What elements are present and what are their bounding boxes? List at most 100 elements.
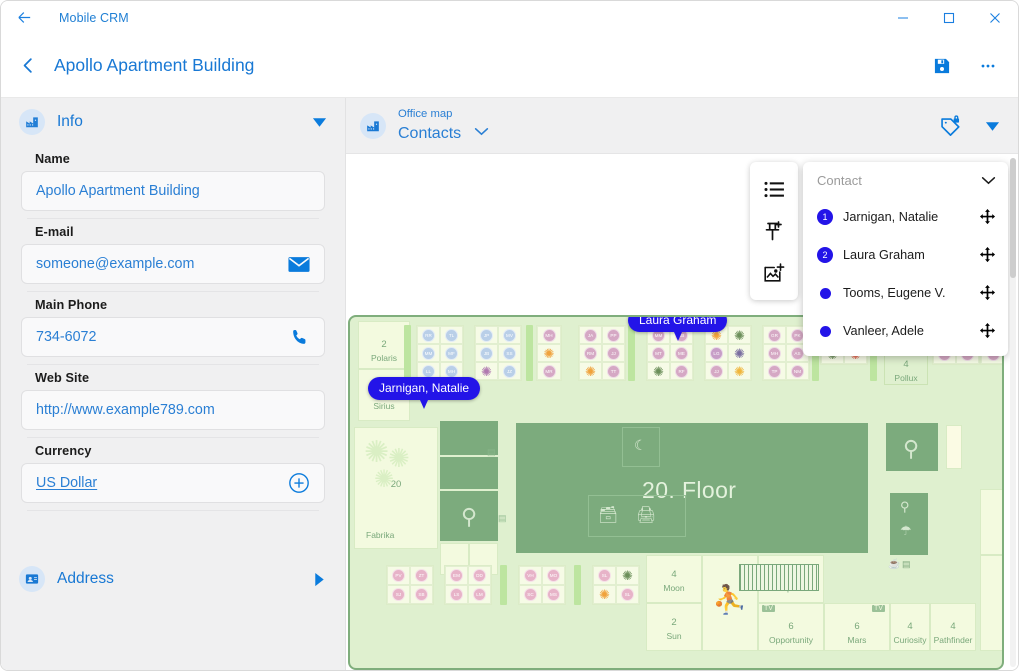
desk-cluster[interactable]: MH ✺ MR xyxy=(536,325,562,381)
currency-input[interactable]: US Dollar xyxy=(21,463,325,503)
map-collapse-button[interactable] xyxy=(974,108,1010,144)
maximize-button[interactable] xyxy=(926,1,972,34)
desk-cell[interactable]: EM xyxy=(445,566,468,585)
desk-cell[interactable]: MR xyxy=(537,362,561,380)
desk-cluster[interactable]: SL ✺ ✺ SL xyxy=(592,565,640,605)
desk-cell[interactable]: ✺ xyxy=(728,344,751,362)
pin-label[interactable]: Laura Graham xyxy=(628,317,728,332)
desk-cell[interactable]: MM xyxy=(417,344,440,362)
move-icon[interactable] xyxy=(979,322,996,340)
contact-dropdown-header[interactable]: Contact xyxy=(803,162,1008,198)
desk-cell[interactable]: SL xyxy=(593,566,616,585)
phone-icon[interactable] xyxy=(286,324,312,350)
room-curiosity[interactable] xyxy=(890,603,930,651)
desk-cell[interactable]: DD xyxy=(468,566,491,585)
contact-list-item[interactable]: Tooms, Eugene V. xyxy=(803,274,1008,312)
desk-cell[interactable]: ✺ xyxy=(616,566,639,585)
desk-cell[interactable]: SL xyxy=(616,585,639,604)
desk-cell[interactable]: RF xyxy=(670,362,693,380)
desk-cell[interactable]: LM xyxy=(468,585,491,604)
address-section-header[interactable]: Address xyxy=(1,555,345,603)
field-value[interactable]: US Dollar xyxy=(36,475,286,491)
minimize-button[interactable] xyxy=(880,1,926,34)
desk-cluster[interactable]: PV ZT SJ SB xyxy=(386,565,434,605)
map-scrollbar[interactable] xyxy=(1010,158,1016,667)
desk-cell[interactable]: MH xyxy=(537,326,561,344)
desk-cluster[interactable]: JP MV JB SS ✺ JZ xyxy=(474,325,522,381)
more-options-button[interactable] xyxy=(966,44,1010,88)
desk-cell[interactable]: ✺ xyxy=(593,585,616,604)
room-sun[interactable] xyxy=(646,603,702,651)
desk-cell[interactable]: GR xyxy=(763,326,786,344)
pin-label[interactable]: Jarnigan, Natalie xyxy=(368,377,481,400)
desk-cell[interactable]: JP xyxy=(475,326,498,344)
move-icon[interactable] xyxy=(979,284,996,302)
contact-dropdown-toggle[interactable] xyxy=(981,176,996,185)
desk-cell[interactable]: PV xyxy=(387,566,410,585)
desk-cell[interactable]: JJ xyxy=(602,344,625,362)
room-polaris[interactable] xyxy=(358,321,410,369)
desk-cell[interactable]: MV xyxy=(498,326,521,344)
desk-cell[interactable]: RM xyxy=(579,344,602,362)
window-back-button[interactable] xyxy=(1,1,47,34)
desk-cell[interactable]: ✺ xyxy=(537,344,561,362)
info-section-header[interactable]: Info xyxy=(1,98,345,146)
room-pollux[interactable] xyxy=(884,351,928,385)
desk-cell[interactable]: RR xyxy=(417,326,440,344)
desk-cell[interactable]: ZT xyxy=(410,566,433,585)
contact-list-item[interactable]: 1 Jarnigan, Natalie xyxy=(803,198,1008,236)
add-image-button[interactable] xyxy=(750,252,798,294)
desk-cell[interactable]: TL xyxy=(440,326,463,344)
desk-cell[interactable]: ✺ xyxy=(579,362,602,380)
plus-circle-icon[interactable] xyxy=(286,470,312,496)
move-icon[interactable] xyxy=(979,246,996,264)
map-pin[interactable]: Jarnigan, Natalie xyxy=(368,377,481,409)
desk-cell[interactable]: ✺ xyxy=(647,362,670,380)
save-button[interactable] xyxy=(920,44,964,88)
desk-cell[interactable]: NM xyxy=(786,362,809,380)
contact-list-item[interactable]: 2 Laura Graham xyxy=(803,236,1008,274)
desk-cell[interactable]: PP xyxy=(602,326,625,344)
map-scroll-thumb[interactable] xyxy=(1010,158,1016,278)
desk-cell[interactable]: ME xyxy=(670,344,693,362)
map-title[interactable]: Contacts xyxy=(398,125,461,143)
room-moon[interactable] xyxy=(646,555,702,603)
desk-cell[interactable]: SC xyxy=(519,585,542,604)
desk-cell[interactable]: SJ xyxy=(387,585,410,604)
desk-cell[interactable]: ✺ xyxy=(728,362,751,380)
address-section-toggle[interactable] xyxy=(309,569,329,589)
desk-cell[interactable]: TT xyxy=(602,362,625,380)
header-back-button[interactable] xyxy=(11,49,45,83)
desk-cell[interactable]: MS xyxy=(542,585,565,604)
desk-cell[interactable]: SB xyxy=(410,585,433,604)
desk-cluster[interactable]: MM LB MT ME ✺ RF xyxy=(646,325,694,381)
desk-cell[interactable]: VH xyxy=(519,566,542,585)
room-pathfinder[interactable] xyxy=(930,603,976,651)
website-input[interactable]: http://www.example789.com xyxy=(21,390,325,430)
email-input[interactable]: someone@example.com xyxy=(21,244,325,284)
desk-cluster[interactable]: JA PP RM JJ ✺ TT xyxy=(578,325,626,381)
desk-cell[interactable]: LS xyxy=(445,585,468,604)
close-button[interactable] xyxy=(972,1,1018,34)
name-input[interactable]: Apollo Apartment Building xyxy=(21,171,325,211)
desk-cluster[interactable]: RR TL MM MF LL MH xyxy=(416,325,464,381)
show-list-button[interactable] xyxy=(750,168,798,210)
desk-cell[interactable]: TP xyxy=(763,362,786,380)
map-title-dropdown[interactable] xyxy=(474,124,489,141)
floor-plan[interactable]: 2 Polaris 4 Sirius 20 Fab xyxy=(348,315,1004,670)
desk-cell[interactable]: JB xyxy=(475,344,498,362)
desk-cell[interactable]: JJ xyxy=(705,362,728,380)
tag-lock-button[interactable] xyxy=(932,108,968,144)
desk-cell[interactable]: MT xyxy=(647,344,670,362)
desk-cell[interactable]: JA xyxy=(579,326,602,344)
phone-input[interactable]: 734-6072 xyxy=(21,317,325,357)
info-section-toggle[interactable] xyxy=(309,112,329,132)
desk-cell[interactable]: ✺ xyxy=(728,326,751,344)
add-pin-button[interactable] xyxy=(750,210,798,252)
desk-cluster[interactable]: EM DD LS LM xyxy=(444,565,492,605)
room-park[interactable] xyxy=(980,555,1002,651)
desk-cell[interactable]: MF xyxy=(440,344,463,362)
map-pin[interactable]: Laura Graham xyxy=(628,317,728,341)
desk-cell[interactable]: MH xyxy=(763,344,786,362)
desk-cell[interactable]: JZ xyxy=(498,362,521,380)
